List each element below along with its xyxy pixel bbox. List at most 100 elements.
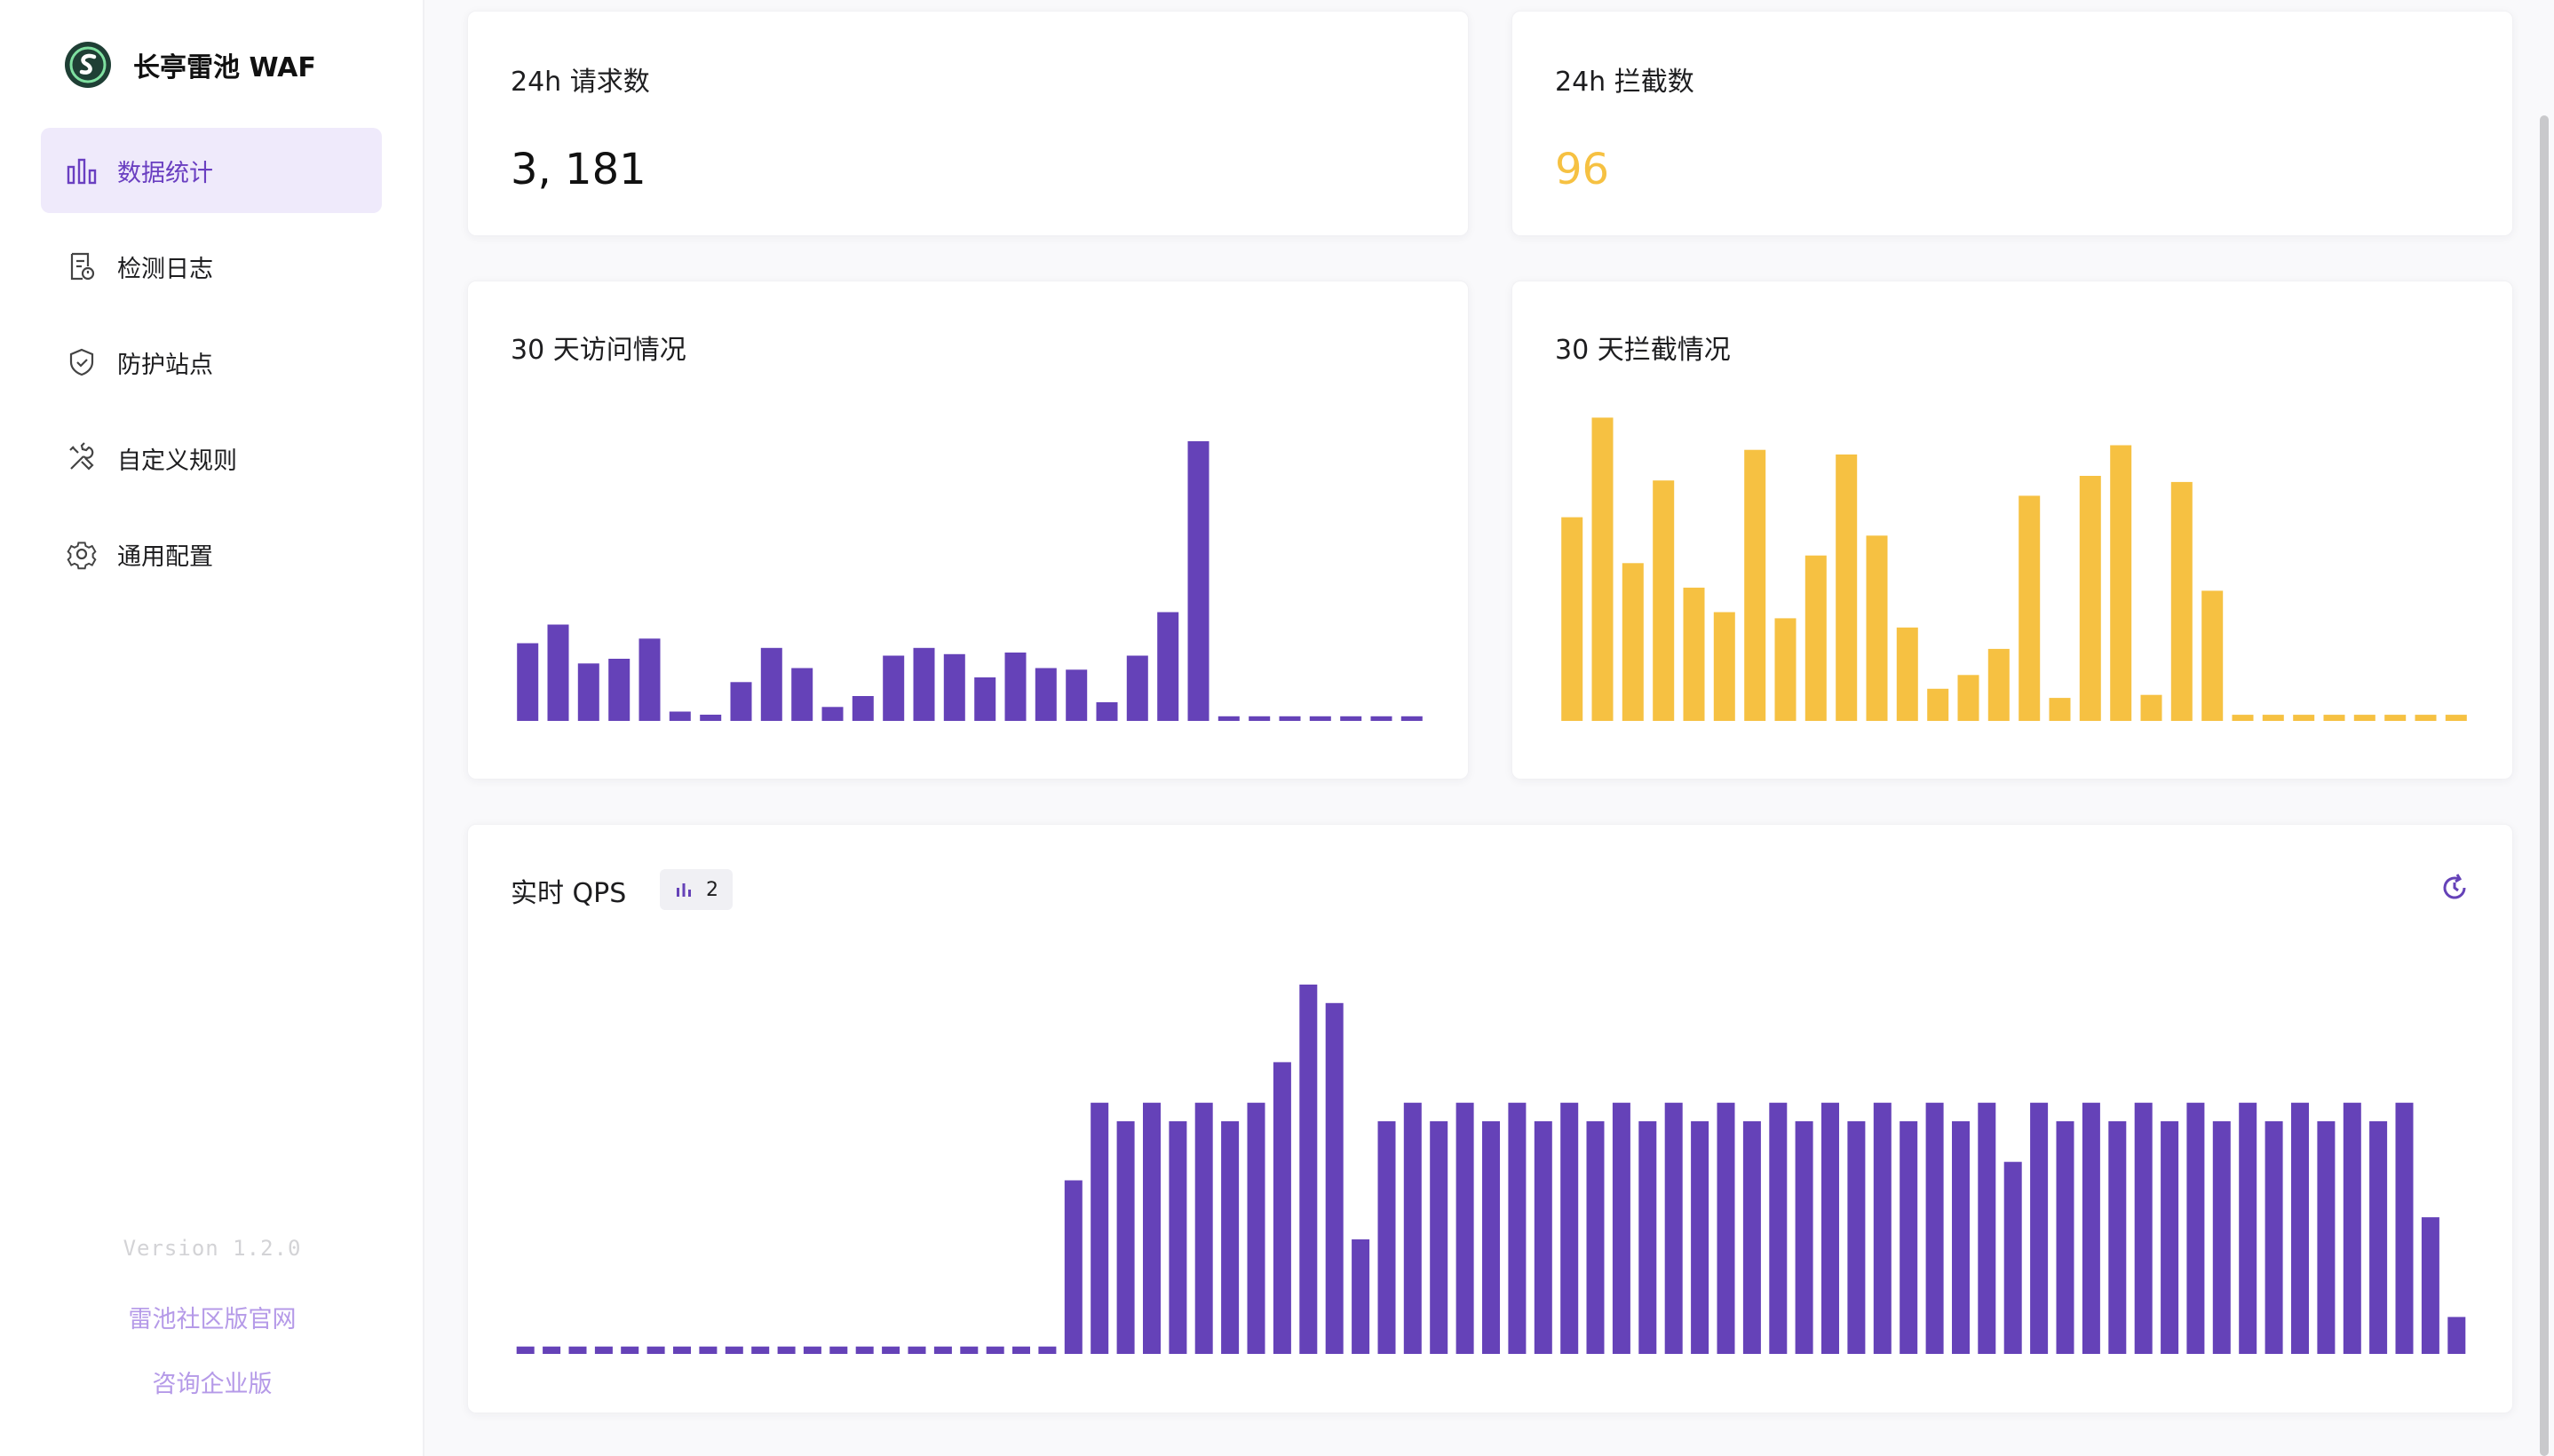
- qps-bar[interactable]: [777, 1346, 796, 1354]
- qps-bar[interactable]: [2447, 1317, 2466, 1354]
- qps-bar[interactable]: [1169, 1120, 1187, 1354]
- visits-bar[interactable]: [1340, 716, 1362, 721]
- qps-bar[interactable]: [2239, 1103, 2257, 1354]
- qps-bar[interactable]: [829, 1346, 848, 1354]
- qps-bar[interactable]: [1612, 1103, 1630, 1354]
- visits-bar[interactable]: [608, 659, 631, 721]
- qps-bar[interactable]: [1586, 1120, 1605, 1354]
- qps-bar[interactable]: [960, 1346, 979, 1354]
- blocked-bar[interactable]: [1804, 555, 1827, 721]
- qps-bar[interactable]: [855, 1346, 874, 1354]
- sidebar-item-sites[interactable]: 防护站点: [41, 320, 382, 405]
- qps-bar[interactable]: [1064, 1180, 1083, 1355]
- visits-bar[interactable]: [974, 677, 996, 721]
- qps-bar[interactable]: [2291, 1103, 2309, 1354]
- qps-bar[interactable]: [2212, 1120, 2231, 1354]
- qps-bar[interactable]: [646, 1346, 665, 1354]
- visits-bar[interactable]: [883, 655, 905, 722]
- qps-bar[interactable]: [2161, 1120, 2179, 1354]
- qps-bar[interactable]: [1978, 1103, 1996, 1354]
- visits-bar[interactable]: [638, 638, 661, 721]
- sidebar-item-statistics[interactable]: 数据统计: [41, 128, 382, 213]
- qps-bar[interactable]: [751, 1346, 770, 1354]
- qps-bar[interactable]: [1560, 1103, 1579, 1354]
- blocked-bar[interactable]: [1987, 648, 2010, 721]
- qps-bar[interactable]: [568, 1346, 587, 1354]
- blocked-bar[interactable]: [1713, 612, 1735, 722]
- qps-bar[interactable]: [803, 1346, 821, 1354]
- qps-bar[interactable]: [986, 1346, 1004, 1354]
- blocked-bar[interactable]: [2049, 698, 2071, 721]
- qps-bar[interactable]: [2421, 1217, 2439, 1354]
- blocked-bar[interactable]: [2232, 715, 2254, 721]
- blocked-bar[interactable]: [2110, 445, 2132, 722]
- qps-bar[interactable]: [1873, 1103, 1892, 1354]
- blocked-bar[interactable]: [2262, 715, 2284, 721]
- blocked-bar[interactable]: [1866, 535, 1888, 721]
- visits-bar[interactable]: [791, 668, 813, 722]
- scrollbar-thumb[interactable]: [2540, 115, 2549, 1456]
- qps-bar[interactable]: [2108, 1120, 2127, 1354]
- blocked-bar[interactable]: [2353, 715, 2376, 721]
- qps-count-badge[interactable]: 2: [660, 869, 733, 910]
- qps-bar[interactable]: [1925, 1103, 1944, 1354]
- qps-bar[interactable]: [1795, 1120, 1813, 1354]
- blocked-bar[interactable]: [1896, 627, 1918, 721]
- blocked-bar[interactable]: [1774, 618, 1797, 721]
- qps-bar[interactable]: [1221, 1120, 1240, 1354]
- qps-bar[interactable]: [2056, 1120, 2074, 1354]
- visits-bar[interactable]: [669, 711, 691, 722]
- qps-bar[interactable]: [516, 1346, 535, 1354]
- qps-bar[interactable]: [2264, 1120, 2283, 1354]
- qps-bar[interactable]: [1143, 1103, 1161, 1354]
- qps-bar[interactable]: [1038, 1346, 1057, 1354]
- qps-bar[interactable]: [1821, 1103, 1839, 1354]
- qps-bar[interactable]: [1847, 1120, 1866, 1354]
- visits-bar[interactable]: [700, 715, 722, 721]
- qps-bar[interactable]: [1534, 1120, 1552, 1354]
- blocked-bar[interactable]: [1957, 675, 1979, 721]
- qps-bar[interactable]: [2317, 1120, 2336, 1354]
- blocked-bar[interactable]: [1683, 587, 1705, 721]
- qps-bar[interactable]: [1482, 1120, 1500, 1354]
- refresh-icon[interactable]: [2439, 873, 2470, 903]
- qps-bar[interactable]: [1900, 1120, 1918, 1354]
- blocked-bar[interactable]: [1927, 688, 1949, 721]
- visits-bar[interactable]: [943, 653, 965, 721]
- visits-bar[interactable]: [821, 707, 844, 721]
- visits-bar[interactable]: [1400, 716, 1423, 721]
- qps-bar[interactable]: [2003, 1161, 2022, 1354]
- qps-bar[interactable]: [1742, 1120, 1761, 1354]
- visits-bar[interactable]: [1096, 702, 1118, 721]
- visits-bar[interactable]: [1218, 716, 1240, 721]
- visits-bar[interactable]: [1187, 441, 1210, 721]
- visits-bar[interactable]: [730, 682, 752, 721]
- blocked-bar[interactable]: [2079, 476, 2101, 721]
- qps-bar[interactable]: [1717, 1103, 1735, 1354]
- visits-bar[interactable]: [1126, 655, 1148, 722]
- qps-bar[interactable]: [882, 1346, 900, 1354]
- blocked-bar[interactable]: [2140, 694, 2162, 721]
- qps-bar[interactable]: [2134, 1103, 2153, 1354]
- visits-bar[interactable]: [1157, 612, 1179, 722]
- qps-bar[interactable]: [543, 1346, 561, 1354]
- enterprise-consult-link[interactable]: 咨询企业版: [0, 1365, 424, 1399]
- sidebar-item-logs[interactable]: 检测日志: [41, 224, 382, 309]
- qps-bar[interactable]: [2369, 1120, 2388, 1354]
- visits-bar[interactable]: [760, 647, 782, 721]
- qps-bar[interactable]: [1012, 1346, 1030, 1354]
- qps-bar[interactable]: [1664, 1103, 1683, 1354]
- qps-bar[interactable]: [1377, 1120, 1396, 1354]
- blocked-bar[interactable]: [1622, 563, 1644, 721]
- qps-bar[interactable]: [1403, 1103, 1422, 1354]
- qps-bar[interactable]: [1273, 1062, 1291, 1354]
- visits-bar[interactable]: [852, 696, 874, 721]
- qps-bar[interactable]: [2343, 1103, 2361, 1354]
- blocked-bar[interactable]: [2019, 495, 2041, 721]
- visits-bar[interactable]: [1004, 653, 1027, 721]
- app-logo[interactable]: 长亭雷池 WAF: [64, 41, 316, 89]
- qps-bar[interactable]: [2395, 1103, 2414, 1354]
- blocked-bar[interactable]: [1591, 417, 1614, 721]
- blocked-bar[interactable]: [1561, 517, 1583, 721]
- visits-bar[interactable]: [913, 647, 935, 721]
